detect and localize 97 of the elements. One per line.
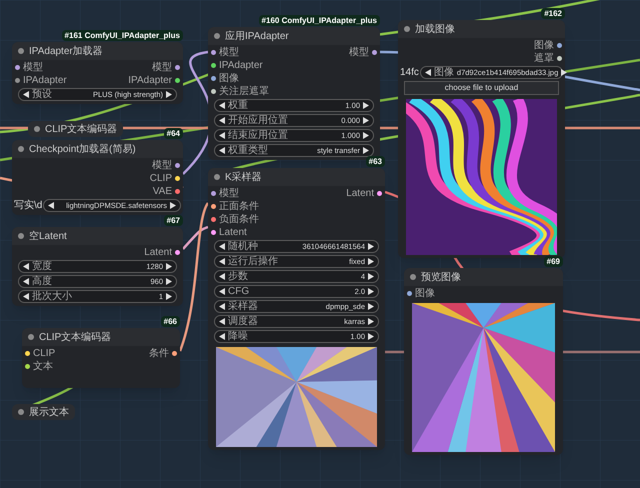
- right-arrow-icon[interactable]: [561, 69, 568, 76]
- node-badge: #161 ComfyUI_IPAdapter_plus: [62, 30, 183, 41]
- left-arrow-icon[interactable]: [219, 333, 225, 340]
- node-title: 展示文本: [29, 406, 69, 420]
- node-badge: #64: [164, 128, 183, 139]
- field-label: 开始应用位置: [228, 116, 288, 126]
- node-title: IPAdapter加载器: [29, 44, 103, 58]
- output-label: 条件: [149, 348, 169, 358]
- left-arrow-icon[interactable]: [424, 69, 431, 76]
- field-label: 步数: [228, 272, 248, 282]
- left-arrow-icon[interactable]: [23, 293, 29, 300]
- output-label: Latent: [346, 188, 374, 198]
- left-arrow-icon[interactable]: [219, 243, 225, 250]
- left-arrow-icon[interactable]: [23, 263, 29, 270]
- node-title: Checkpoint加载器(简易): [29, 142, 136, 156]
- upload-button[interactable]: choose file to upload: [404, 81, 559, 95]
- output-label: 模型: [349, 48, 369, 58]
- field-label: 预设: [32, 90, 52, 100]
- node-title: 加载图像: [415, 22, 455, 36]
- input-label: IPAdapter: [23, 76, 67, 86]
- input-label: 模型: [219, 48, 239, 58]
- input-label: Latent: [219, 228, 247, 238]
- right-arrow-icon[interactable]: [363, 117, 369, 124]
- node-badge: #69: [544, 256, 563, 267]
- right-arrow-icon[interactable]: [363, 102, 369, 109]
- input-label: 正面条件: [219, 202, 259, 212]
- field-label: 图像: [434, 68, 454, 78]
- field-label: 权重: [228, 100, 248, 110]
- field-text: 14fc: [400, 68, 419, 78]
- field-label: 采样器: [228, 302, 258, 312]
- left-arrow-icon[interactable]: [219, 132, 225, 139]
- node-badge: #160 ComfyUI_IPAdapter_plus: [258, 15, 380, 26]
- right-arrow-icon[interactable]: [368, 258, 374, 265]
- left-arrow-icon[interactable]: [23, 91, 29, 98]
- output-label: 模型: [152, 160, 172, 170]
- collapsed-node[interactable]: CLIP文本编码器: [28, 121, 124, 137]
- right-arrow-icon[interactable]: [166, 91, 172, 98]
- output-label: CLIP: [150, 174, 172, 184]
- node-badge: #66: [160, 316, 180, 327]
- node-title: CLIP文本编码器: [45, 122, 118, 136]
- input-label: 模型: [23, 62, 43, 72]
- right-arrow-icon[interactable]: [368, 318, 374, 325]
- field-label: 随机种: [228, 242, 258, 252]
- node-title: K采样器: [225, 170, 262, 184]
- field-label: 权重类型: [228, 146, 268, 156]
- left-arrow-icon[interactable]: [219, 273, 225, 280]
- left-arrow-icon[interactable]: [219, 147, 225, 154]
- node-title: 空Latent: [29, 230, 67, 244]
- left-arrow-icon[interactable]: [48, 202, 54, 209]
- output-label: Latent: [144, 248, 172, 258]
- right-arrow-icon[interactable]: [363, 132, 369, 139]
- field-text: 写实\d: [14, 200, 42, 210]
- left-arrow-icon[interactable]: [219, 117, 225, 124]
- field-label: 运行后操作: [228, 256, 278, 266]
- node-title: 预览图像: [421, 270, 461, 284]
- input-label: 模型: [219, 188, 239, 198]
- output-label: 遮罩: [534, 54, 554, 64]
- collapsed-node[interactable]: 展示文本: [12, 404, 75, 420]
- right-arrow-icon[interactable]: [363, 147, 369, 154]
- output-label: IPAdapter: [128, 76, 172, 86]
- node-title: CLIP文本编码器: [39, 330, 112, 344]
- input-label: 图像: [415, 288, 435, 298]
- output-label: 模型: [152, 62, 172, 72]
- left-arrow-icon[interactable]: [23, 278, 29, 285]
- input-label: IPAdapter: [219, 60, 263, 70]
- field-label: 高度: [32, 276, 52, 286]
- right-arrow-icon[interactable]: [166, 263, 172, 270]
- right-arrow-icon[interactable]: [368, 273, 374, 280]
- input-label: 负面条件: [219, 214, 259, 224]
- node-title: 应用IPAdapter: [225, 30, 289, 44]
- right-arrow-icon[interactable]: [368, 333, 374, 340]
- input-label: 图像: [219, 74, 239, 84]
- output-label: 图像: [534, 40, 554, 50]
- field-label: 批次大小: [32, 292, 72, 302]
- left-arrow-icon[interactable]: [219, 318, 225, 325]
- node-badge: #63: [366, 156, 385, 167]
- left-arrow-icon[interactable]: [219, 303, 225, 310]
- input-label: CLIP: [33, 348, 56, 358]
- right-arrow-icon[interactable]: [368, 303, 374, 310]
- right-arrow-icon[interactable]: [166, 278, 172, 285]
- right-arrow-icon[interactable]: [368, 288, 374, 295]
- input-label: 关注层遮罩: [219, 86, 269, 96]
- left-arrow-icon[interactable]: [219, 258, 225, 265]
- right-arrow-icon[interactable]: [368, 243, 374, 250]
- left-arrow-icon[interactable]: [219, 288, 225, 295]
- node-badge: #162: [541, 8, 565, 19]
- field-label: 结束应用位置: [228, 130, 288, 140]
- field-label: CFG: [228, 286, 250, 296]
- node-badge: #67: [164, 215, 183, 226]
- output-label: VAE: [152, 186, 172, 196]
- field-label: 调度器: [228, 316, 258, 326]
- right-arrow-icon[interactable]: [170, 202, 176, 209]
- right-arrow-icon[interactable]: [166, 293, 172, 300]
- left-arrow-icon[interactable]: [219, 102, 225, 109]
- input-label: 文本: [33, 362, 53, 372]
- field-label: 宽度: [32, 262, 52, 272]
- field-label: 降噪: [228, 332, 248, 342]
